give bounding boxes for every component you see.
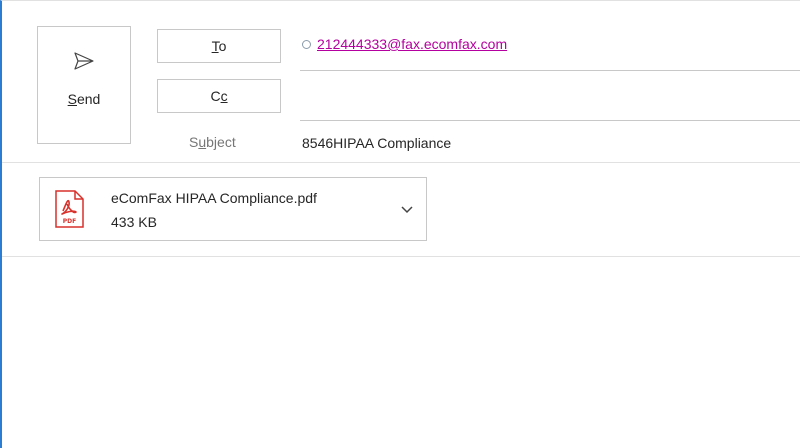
subject-input[interactable] [302,132,792,154]
recipient-address[interactable]: 212444333@fax.ecomfax.com [317,36,507,52]
attachment-size: 433 KB [111,214,157,230]
cc-button[interactable]: Cc [157,79,281,113]
pdf-icon: PDF [55,190,84,228]
cc-button-label: Cc [210,88,228,104]
recipient-chip[interactable]: 212444333@fax.ecomfax.com [302,36,507,52]
send-button-label: Send [67,91,101,107]
cc-field[interactable] [300,81,800,121]
attachment-card[interactable]: PDF eComFax HIPAA Compliance.pdf 433 KB [39,177,427,241]
subject-label: Subject [189,134,236,150]
presence-status-icon [302,39,311,49]
send-button[interactable]: Send [37,26,131,144]
message-body[interactable] [2,257,800,448]
mail-compose-window: Send To Cc 212444333@fax.ecomfax.com Sub… [0,0,800,448]
chevron-down-icon[interactable] [400,202,414,216]
svg-text:PDF: PDF [63,218,76,225]
to-field[interactable]: 212444333@fax.ecomfax.com [300,31,800,71]
to-button[interactable]: To [157,29,281,63]
to-button-label: To [211,38,227,54]
send-icon [74,52,94,70]
attachment-name: eComFax HIPAA Compliance.pdf [111,190,317,206]
header-divider [2,162,800,163]
